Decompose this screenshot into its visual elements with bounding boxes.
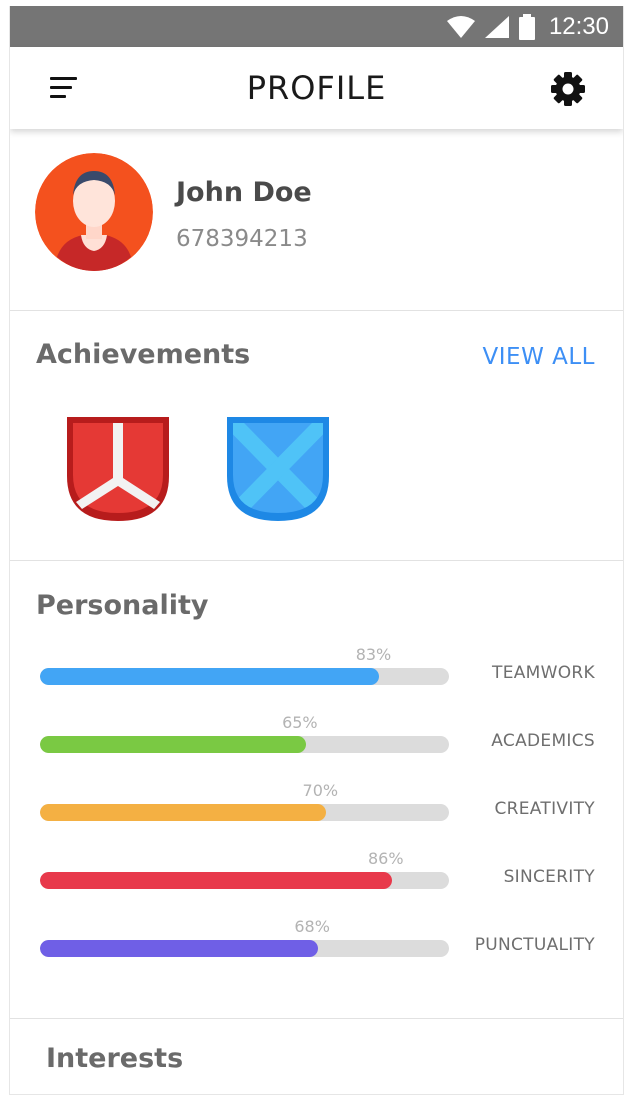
- trait-fill: [40, 668, 380, 685]
- trait-track: [40, 872, 449, 889]
- page-title: PROFILE: [246, 69, 387, 107]
- blue-shield-badge-icon: [227, 417, 329, 521]
- trait-label: TEAMWORK: [492, 663, 595, 683]
- user-id: 678394213: [176, 226, 308, 252]
- trait-row: 65% ACADEMICS: [10, 713, 623, 763]
- signal-icon: [484, 15, 509, 38]
- interests-title: Interests: [46, 1043, 184, 1074]
- trait-label: SINCERITY: [503, 867, 595, 887]
- trait-fill: [40, 804, 327, 821]
- interests-section[interactable]: Interests: [10, 1019, 623, 1094]
- trait-percent: 70%: [302, 781, 339, 800]
- personality-title: Personality: [36, 590, 209, 621]
- phone-screen: 12:30 PROFILE John Doe 678394213 Achieve…: [9, 6, 624, 1095]
- trait-row: 68% PUNCTUALITY: [10, 917, 623, 967]
- profile-section: John Doe 678394213: [10, 129, 623, 311]
- trait-fill: [40, 872, 392, 889]
- red-shield-badge-icon: [67, 417, 169, 521]
- badge-red-shield[interactable]: [66, 416, 170, 522]
- view-all-link[interactable]: VIEW ALL: [483, 344, 595, 370]
- avatar[interactable]: [35, 153, 153, 271]
- user-avatar-icon: [35, 153, 153, 271]
- trait-track: [40, 804, 449, 821]
- trait-row: 83% TEAMWORK: [10, 645, 623, 695]
- achievements-section: Achievements VIEW ALL: [10, 311, 623, 561]
- settings-button[interactable]: [548, 69, 588, 109]
- trait-label: PUNCTUALITY: [474, 935, 595, 955]
- trait-label: CREATIVITY: [494, 799, 595, 819]
- achievements-title: Achievements: [36, 339, 251, 370]
- app-bar: PROFILE: [10, 47, 623, 129]
- trait-track: [40, 940, 449, 957]
- trait-percent: 65%: [282, 713, 318, 732]
- user-name: John Doe: [176, 177, 312, 208]
- status-icons: 12:30: [446, 6, 609, 47]
- battery-icon: [518, 13, 535, 40]
- personality-section: Personality 83% TEAMWORK 65% ACADEMICS 7…: [10, 561, 623, 1019]
- trait-fill: [40, 736, 306, 753]
- trait-row: 86% SINCERITY: [10, 849, 623, 899]
- trait-label: ACADEMICS: [491, 731, 595, 751]
- trait-track: [40, 668, 449, 685]
- trait-percent: 68%: [294, 917, 330, 936]
- badge-blue-shield[interactable]: [226, 416, 330, 522]
- trait-fill: [40, 940, 319, 957]
- trait-percent: 83%: [355, 645, 392, 664]
- trait-row: 70% CREATIVITY: [10, 781, 623, 831]
- trait-track: [40, 736, 449, 753]
- wifi-icon: [446, 15, 475, 38]
- gear-icon: [551, 72, 585, 106]
- status-time: 12:30: [548, 12, 609, 40]
- status-bar: 12:30: [10, 6, 623, 47]
- trait-percent: 86%: [367, 849, 404, 868]
